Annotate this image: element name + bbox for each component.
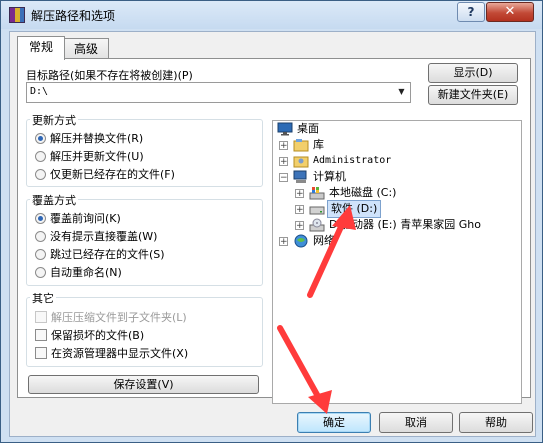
checkbox-icon[interactable] xyxy=(35,329,47,341)
update-mode-title: 更新方式 xyxy=(30,112,78,128)
expand-icon[interactable]: + xyxy=(279,157,288,167)
option-label: 没有提示直接覆盖(W) xyxy=(50,230,158,243)
overwrite-mode-option[interactable]: 跳过已经存在的文件(S) xyxy=(35,246,165,262)
checkbox-icon[interactable] xyxy=(35,347,47,359)
window-title: 解压路径和选项 xyxy=(31,9,116,23)
radio-icon[interactable] xyxy=(35,267,46,278)
option-label: 仅更新已经存在的文件(F) xyxy=(50,168,175,181)
radio-icon[interactable] xyxy=(35,151,46,162)
show-button[interactable]: 显示(D) xyxy=(428,63,518,83)
option-label: 保留损坏的文件(B) xyxy=(51,329,145,342)
network-icon xyxy=(294,234,308,248)
radio-icon[interactable] xyxy=(35,169,46,180)
ok-button[interactable]: 确定 xyxy=(297,412,371,433)
overwrite-mode-title: 覆盖方式 xyxy=(30,192,78,208)
option-label: 自动重命名(N) xyxy=(50,266,122,279)
path-label: 目标路径(如果不存在将被创建)(P) xyxy=(26,69,193,82)
drive-c-icon xyxy=(309,187,325,200)
collapse-icon[interactable]: − xyxy=(279,173,288,183)
radio-icon[interactable] xyxy=(35,231,46,242)
overwrite-mode-group: 覆盖方式 覆盖前询问(K) 没有提示直接覆盖(W) 跳过已经存在的文件(S) 自… xyxy=(26,192,263,286)
tree-item-label: 网络 xyxy=(313,234,335,247)
option-label: 解压压缩文件到子文件夹(L) xyxy=(51,311,187,324)
new-folder-button[interactable]: 新建文件夹(E) xyxy=(428,85,518,105)
drive-icon xyxy=(309,206,325,215)
option-label: 覆盖前询问(K) xyxy=(50,212,121,225)
misc-group: 其它 解压压缩文件到子文件夹(L) 保留损坏的文件(B) 在资源管理器中显示文件… xyxy=(26,290,263,367)
tree-item-label: 库 xyxy=(313,138,324,151)
option-label: 解压并替换文件(R) xyxy=(50,132,144,145)
dialog-window: 解压路径和选项 ? ✕ 常规 高级 目标路径(如果不存在将被创建)(P) D:\… xyxy=(0,0,543,443)
user-icon xyxy=(293,156,309,168)
title-bar[interactable]: 解压路径和选项 ? ✕ xyxy=(1,1,542,29)
misc-title: 其它 xyxy=(30,290,56,306)
radio-selected-icon[interactable] xyxy=(35,213,46,224)
cd-drive-icon xyxy=(309,218,325,232)
overwrite-mode-option[interactable]: 没有提示直接覆盖(W) xyxy=(35,228,157,244)
destination-path-combo[interactable]: D:\ ▼ xyxy=(26,82,411,103)
tab-advanced[interactable]: 高级 xyxy=(63,38,109,59)
chevron-down-icon[interactable]: ▼ xyxy=(394,84,409,99)
cancel-button[interactable]: 取消 xyxy=(379,412,453,433)
save-settings-button[interactable]: 保存设置(V) xyxy=(28,375,259,394)
checkbox-icon[interactable] xyxy=(35,311,47,323)
tree-item-label: Administrator xyxy=(313,155,392,166)
keep-broken-files-checkbox[interactable]: 保留损坏的文件(B) xyxy=(35,327,144,343)
option-label: 跳过已经存在的文件(S) xyxy=(50,248,165,261)
expand-icon[interactable]: + xyxy=(295,221,304,231)
overwrite-mode-option[interactable]: 覆盖前询问(K) xyxy=(35,210,121,226)
winrar-icon xyxy=(9,7,25,23)
folder-tree[interactable]: 桌面 + 库 + Administrator − 计算机 + 本地磁盘 (C:) xyxy=(272,120,522,404)
update-mode-option[interactable]: 解压并替换文件(R) xyxy=(35,130,143,146)
library-icon xyxy=(293,139,309,152)
tab-general[interactable]: 常规 xyxy=(17,36,65,60)
tree-item-label: 计算机 xyxy=(313,170,346,183)
tree-item-label: 本地磁盘 (C:) xyxy=(329,186,397,199)
expand-icon[interactable]: + xyxy=(279,141,288,151)
dialog-body: 常规 高级 目标路径(如果不存在将被创建)(P) D:\ ▼ 显示(D) 新建文… xyxy=(9,31,536,437)
update-mode-group: 更新方式 解压并替换文件(R) 解压并更新文件(U) 仅更新已经存在的文件(F) xyxy=(26,112,263,187)
overwrite-mode-option[interactable]: 自动重命名(N) xyxy=(35,264,122,280)
radio-selected-icon[interactable] xyxy=(35,133,46,144)
destination-path-value[interactable]: D:\ xyxy=(30,86,48,97)
tree-item-label: D 驱动器 (E:) 青苹果家园 Gho xyxy=(329,218,481,231)
option-label: 在资源管理器中显示文件(X) xyxy=(51,347,189,360)
desktop-icon xyxy=(277,122,293,136)
computer-icon xyxy=(293,170,307,183)
update-mode-option[interactable]: 解压并更新文件(U) xyxy=(35,148,144,164)
radio-icon[interactable] xyxy=(35,249,46,260)
show-in-explorer-checkbox[interactable]: 在资源管理器中显示文件(X) xyxy=(35,345,188,361)
close-button[interactable]: ✕ xyxy=(486,2,534,22)
tree-item-label: 桌面 xyxy=(297,122,319,135)
tree-item-label-selected: 软件 (D:) xyxy=(327,200,382,218)
expand-icon[interactable]: + xyxy=(295,205,304,215)
expand-icon[interactable]: + xyxy=(295,189,304,199)
help-title-button[interactable]: ? xyxy=(457,2,485,22)
update-mode-option[interactable]: 仅更新已经存在的文件(F) xyxy=(35,166,175,182)
help-button[interactable]: 帮助 xyxy=(459,412,533,433)
expand-icon[interactable]: + xyxy=(279,237,288,247)
option-label: 解压并更新文件(U) xyxy=(50,150,144,163)
extract-to-subfolder-checkbox[interactable]: 解压压缩文件到子文件夹(L) xyxy=(35,309,187,325)
